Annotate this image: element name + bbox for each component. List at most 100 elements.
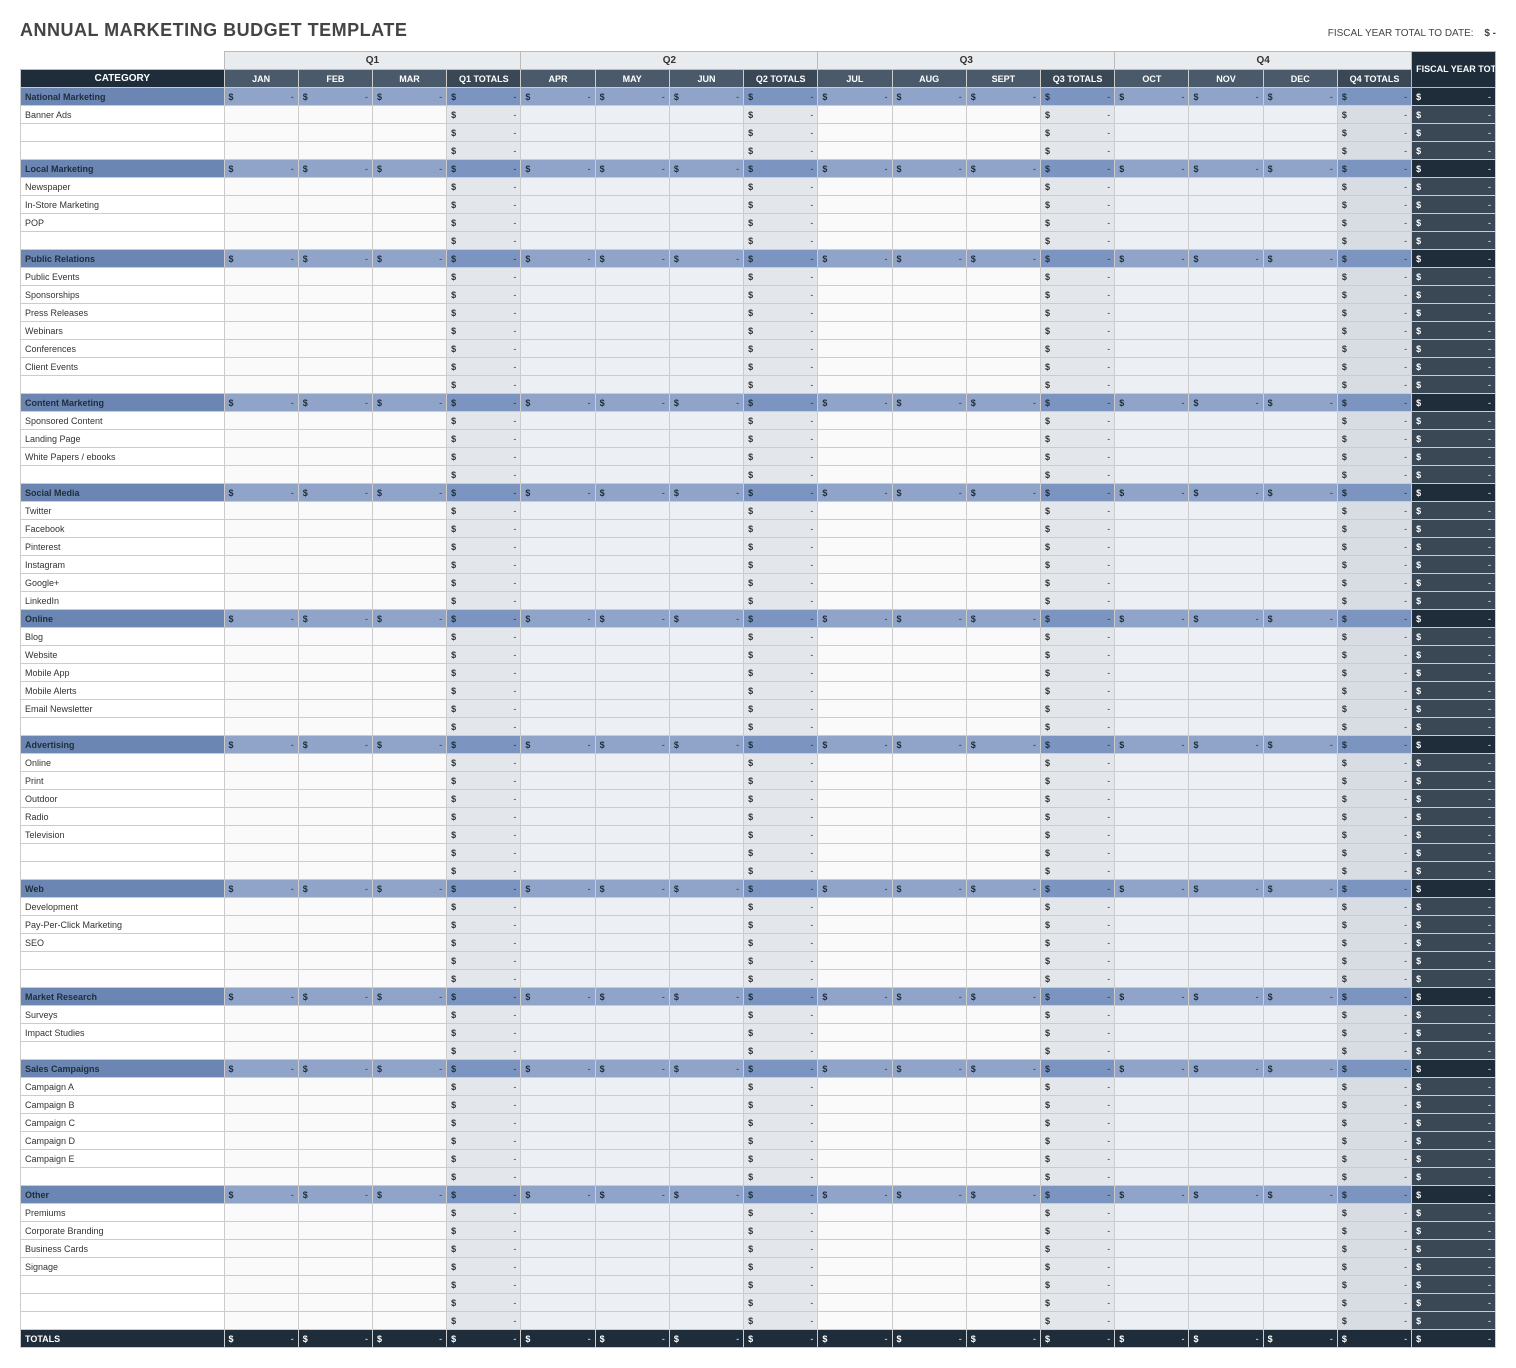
month-cell[interactable] [224, 700, 298, 718]
month-cell[interactable] [1189, 826, 1263, 844]
month-cell[interactable] [1189, 520, 1263, 538]
qtotal-cell[interactable]: $- [447, 682, 521, 700]
month-cell[interactable] [818, 592, 892, 610]
qtotal-cell[interactable]: $- [447, 952, 521, 970]
month-cell[interactable] [892, 934, 966, 952]
month-cell[interactable] [372, 196, 446, 214]
month-cell[interactable] [669, 1204, 743, 1222]
month-cell[interactable] [372, 898, 446, 916]
month-cell[interactable] [298, 1096, 372, 1114]
month-cell[interactable] [1263, 592, 1337, 610]
qtotal-cell[interactable]: $- [744, 1042, 818, 1060]
month-cell[interactable] [595, 1294, 669, 1312]
month-cell[interactable] [595, 448, 669, 466]
month-cell[interactable] [1263, 502, 1337, 520]
qtotal-cell[interactable]: $- [447, 1294, 521, 1312]
qtotal-cell[interactable]: $- [1040, 826, 1114, 844]
month-cell[interactable] [1115, 358, 1189, 376]
month-cell[interactable] [1263, 304, 1337, 322]
month-cell[interactable] [1115, 1312, 1189, 1330]
month-cell[interactable] [521, 232, 595, 250]
qtotal-cell[interactable]: $- [447, 340, 521, 358]
month-cell[interactable] [298, 898, 372, 916]
month-cell[interactable] [1263, 862, 1337, 880]
month-cell[interactable] [892, 502, 966, 520]
month-cell[interactable] [966, 322, 1040, 340]
month-cell[interactable] [298, 1258, 372, 1276]
month-cell[interactable] [372, 1240, 446, 1258]
section-month-cell[interactable]: $- [298, 1060, 372, 1078]
month-cell[interactable] [372, 358, 446, 376]
month-cell[interactable] [595, 916, 669, 934]
section-month-cell[interactable]: $- [595, 736, 669, 754]
month-cell[interactable] [595, 646, 669, 664]
qtotal-cell[interactable]: $- [744, 412, 818, 430]
qtotal-cell[interactable]: $- [1040, 1240, 1114, 1258]
section-qtotal-cell[interactable]: $- [1040, 160, 1114, 178]
month-cell[interactable] [892, 646, 966, 664]
section-qtotal-cell[interactable]: $- [1337, 1186, 1411, 1204]
month-cell[interactable] [521, 790, 595, 808]
qtotal-cell[interactable]: $- [744, 1150, 818, 1168]
month-cell[interactable] [1263, 232, 1337, 250]
fy-cell[interactable]: $- [1412, 970, 1496, 988]
month-cell[interactable] [595, 1006, 669, 1024]
month-cell[interactable] [372, 1258, 446, 1276]
qtotal-cell[interactable]: $- [1337, 1042, 1411, 1060]
month-cell[interactable] [1115, 1096, 1189, 1114]
month-cell[interactable] [1263, 1294, 1337, 1312]
month-cell[interactable] [1263, 178, 1337, 196]
month-cell[interactable] [595, 196, 669, 214]
month-cell[interactable] [1263, 646, 1337, 664]
month-cell[interactable] [595, 808, 669, 826]
month-cell[interactable] [818, 106, 892, 124]
section-month-cell[interactable]: $- [818, 736, 892, 754]
month-cell[interactable] [1189, 232, 1263, 250]
month-cell[interactable] [818, 178, 892, 196]
month-cell[interactable] [669, 844, 743, 862]
month-cell[interactable] [521, 844, 595, 862]
month-cell[interactable] [1263, 934, 1337, 952]
month-cell[interactable] [892, 214, 966, 232]
month-cell[interactable] [966, 754, 1040, 772]
month-cell[interactable] [1263, 1204, 1337, 1222]
qtotal-cell[interactable]: $- [744, 718, 818, 736]
month-cell[interactable] [595, 1222, 669, 1240]
qtotal-cell[interactable]: $- [744, 934, 818, 952]
section-fy-cell[interactable]: $- [1412, 250, 1496, 268]
month-cell[interactable] [818, 556, 892, 574]
section-month-cell[interactable]: $- [1189, 160, 1263, 178]
qtotal-cell[interactable]: $- [1040, 952, 1114, 970]
month-cell[interactable] [818, 1276, 892, 1294]
month-cell[interactable] [818, 898, 892, 916]
section-qtotal-cell[interactable]: $- [1040, 250, 1114, 268]
month-cell[interactable] [818, 502, 892, 520]
section-fy-cell[interactable]: $- [1412, 484, 1496, 502]
month-cell[interactable] [298, 232, 372, 250]
section-month-cell[interactable]: $- [1189, 484, 1263, 502]
month-cell[interactable] [1263, 1078, 1337, 1096]
section-month-cell[interactable]: $- [372, 736, 446, 754]
month-cell[interactable] [521, 862, 595, 880]
qtotal-cell[interactable]: $- [447, 358, 521, 376]
month-cell[interactable] [224, 214, 298, 232]
month-cell[interactable] [372, 916, 446, 934]
qtotal-cell[interactable]: $- [447, 502, 521, 520]
month-cell[interactable] [966, 1006, 1040, 1024]
month-cell[interactable] [595, 304, 669, 322]
month-cell[interactable] [372, 502, 446, 520]
month-cell[interactable] [521, 1222, 595, 1240]
month-cell[interactable] [298, 430, 372, 448]
month-cell[interactable] [966, 304, 1040, 322]
fy-cell[interactable]: $- [1412, 1222, 1496, 1240]
month-cell[interactable] [595, 1168, 669, 1186]
month-cell[interactable] [224, 430, 298, 448]
qtotal-cell[interactable]: $- [1337, 1240, 1411, 1258]
section-qtotal-cell[interactable]: $- [1337, 880, 1411, 898]
month-cell[interactable] [298, 718, 372, 736]
section-qtotal-cell[interactable]: $- [447, 610, 521, 628]
month-cell[interactable] [818, 1222, 892, 1240]
month-cell[interactable] [1115, 1294, 1189, 1312]
fy-cell[interactable]: $- [1412, 106, 1496, 124]
qtotal-cell[interactable]: $- [744, 1222, 818, 1240]
